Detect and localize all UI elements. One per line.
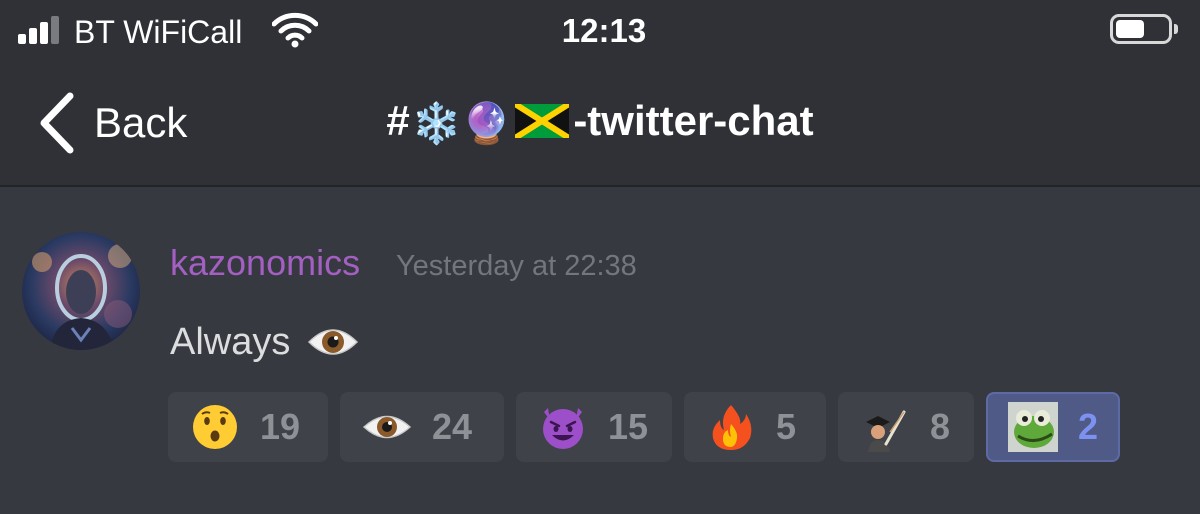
eye-icon [307,329,358,355]
reaction-hushed-face[interactable]: 19 [168,392,328,462]
channel-title[interactable]: #❄️🔮 -twitter-chat [300,94,900,151]
back-label: Back [94,99,188,146]
wifi-icon [272,12,318,48]
crystal-ball-icon: 🔮 [461,101,512,147]
chevron-left-icon [40,92,74,154]
reaction-kermit[interactable]: 2 [986,392,1120,462]
reaction-count: 15 [608,406,649,447]
smiling-imp-icon [543,408,583,449]
reaction-custom-emoji[interactable]: 8 [838,392,974,462]
top-bar: BT WiFiCall 12:13 Back #❄️🔮 -twitter-cha… [0,0,1200,187]
channel-name-suffix: -twitter-chat [573,97,814,144]
discord-chat-screen: BT WiFiCall 12:13 Back #❄️🔮 -twitter-cha… [0,0,1200,514]
reaction-count: 5 [776,406,797,447]
message-text: Always [170,321,291,363]
reaction-count: 8 [930,406,951,447]
reaction-count: 24 [432,406,473,447]
message-content: Always [170,318,359,366]
reaction-smiling-imp[interactable]: 15 [516,392,672,462]
custom-emoji-icon [860,402,910,452]
navigation-bar: Back #❄️🔮 -twitter-chat [0,64,1200,185]
back-button[interactable]: Back [36,88,187,158]
status-bar: BT WiFiCall 12:13 [0,0,1200,64]
message-author[interactable]: kazonomics [170,240,360,286]
chat-message: kazonomics Yesterday at 22:38 Always 19 [0,188,1200,514]
reaction-count: 19 [260,406,301,447]
cellular-signal-icon [18,16,62,44]
reaction-count: 2 [1078,406,1099,447]
status-time: 12:13 [561,12,647,49]
message-timestamp: Yesterday at 22:38 [396,250,637,282]
eye-icon [362,415,412,439]
reaction-eye[interactable]: 24 [340,392,504,462]
hushed-face-icon [193,405,237,449]
snowflake-icon: ❄️ [411,101,462,147]
battery-icon [1110,14,1178,44]
fire-icon [712,405,752,450]
reaction-fire[interactable]: 5 [684,392,826,462]
carrier-name: BT WiFiCall [74,14,243,50]
channel-hash: # [386,97,410,144]
avatar-image [22,232,140,350]
jamaica-flag-icon [515,104,570,138]
battery-level [1116,20,1144,38]
kermit-emoji-icon [1008,402,1058,452]
avatar[interactable] [22,232,140,350]
